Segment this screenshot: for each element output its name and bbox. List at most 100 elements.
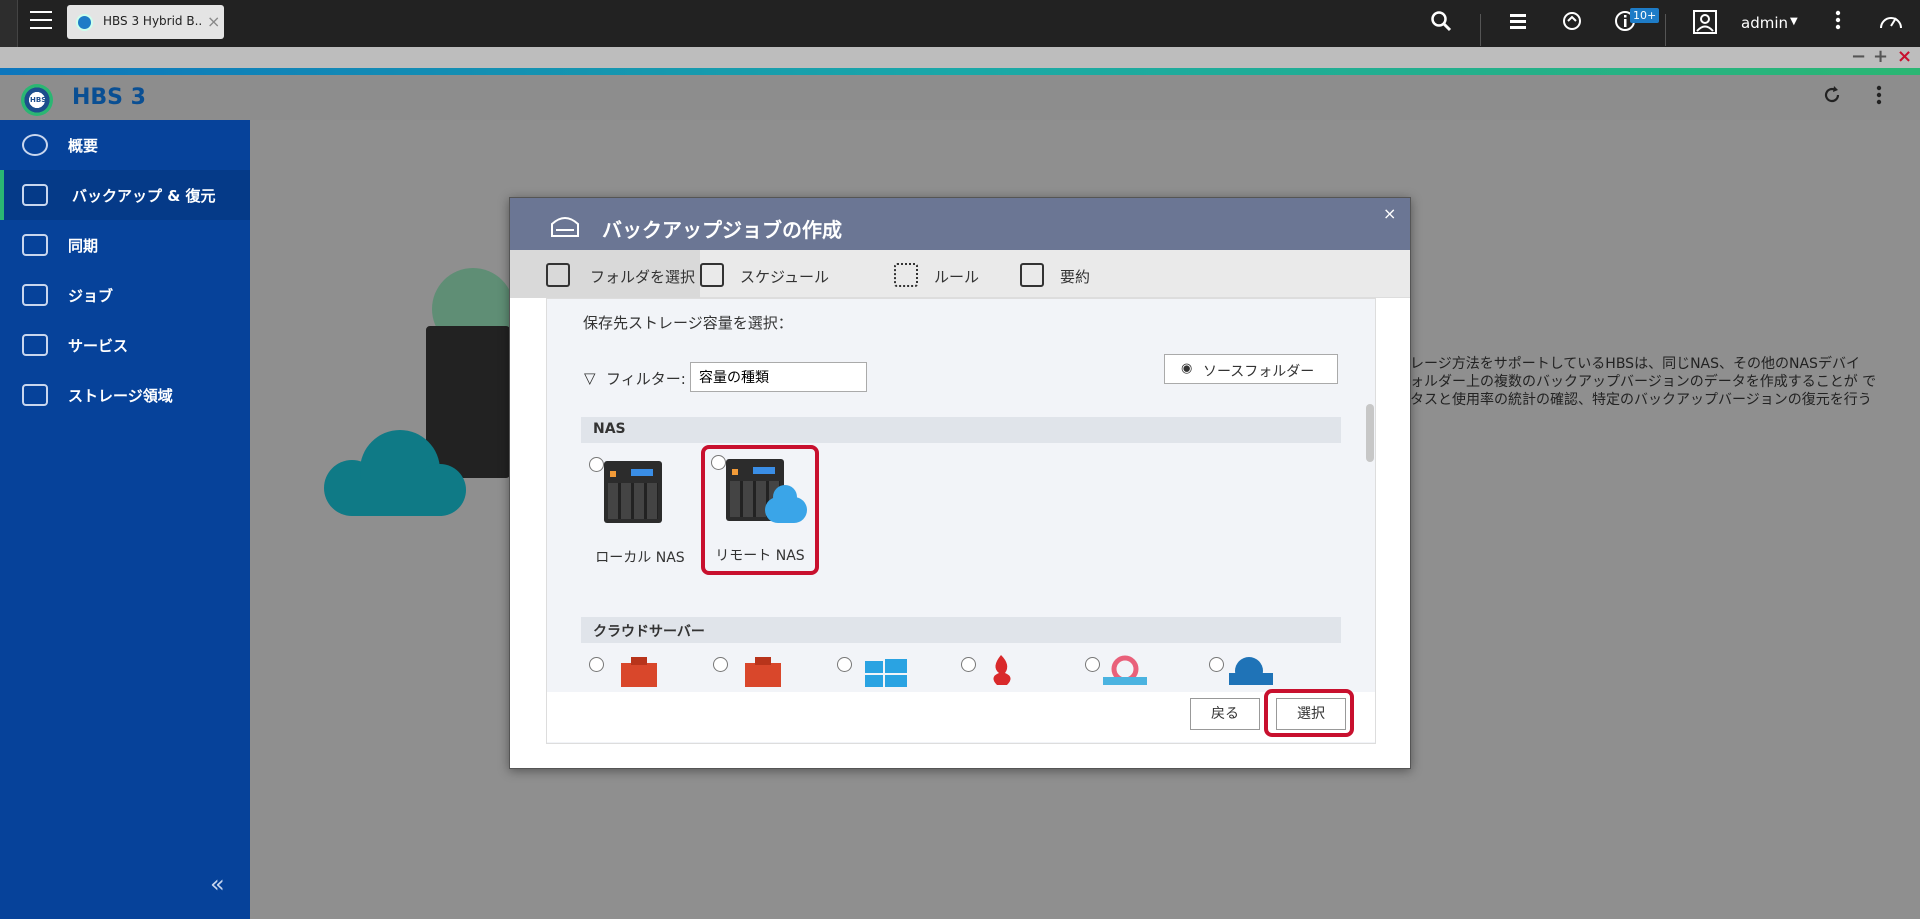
step-schedule[interactable]: スケジュール [700, 250, 860, 298]
create-backup-job-dialog: バックアップジョブの作成 × フォルダを選択 スケジュール ルール 要約 保存先… [509, 197, 1411, 769]
close-window-icon[interactable]: × [1897, 47, 1912, 67]
more-options-icon[interactable] [1825, 10, 1851, 36]
maximize-icon[interactable]: + [1873, 47, 1888, 67]
blue-cloud-icon [1229, 657, 1273, 685]
step-select-folder[interactable]: フォルダを選択 [510, 250, 700, 298]
tab-title: HBS 3 Hybrid B... [103, 14, 203, 28]
refresh-icon[interactable] [1820, 85, 1844, 109]
sidebar-item-label: ジョブ [68, 287, 114, 305]
menu-icon[interactable] [30, 11, 52, 31]
user-name[interactable]: admin [1741, 14, 1788, 32]
description-line: タスと使用率の統計の確認、特定のバックアップバージョンの復元を行う [1410, 392, 1872, 408]
step-label: スケジュール [740, 268, 829, 286]
app-header: HBS HBS 3 [0, 75, 1920, 120]
eye-icon: ◉ [1181, 361, 1193, 376]
app-more-icon[interactable] [1867, 85, 1891, 109]
sidebar-item-backup-restore[interactable]: バックアップ & 復元 [0, 170, 250, 220]
sidebar-item-label: 同期 [68, 237, 99, 255]
option-remote-nas[interactable]: リモート NAS [701, 445, 819, 575]
dashboard-icon[interactable] [1878, 10, 1904, 36]
step-label: 要約 [1060, 268, 1091, 286]
notification-badge: 10+ [1630, 8, 1660, 23]
dialog-close-icon[interactable]: × [1383, 204, 1396, 223]
search-icon[interactable] [1428, 10, 1454, 36]
sidebar-item-services[interactable]: サービス [0, 320, 250, 370]
tasks-icon[interactable] [1505, 10, 1531, 36]
windows-azure-icon [865, 659, 907, 687]
amazon-s3-icon [621, 657, 657, 687]
user-dropdown-icon[interactable]: ▼ [1790, 16, 1798, 27]
dialog-title: バックアップジョブの作成 [602, 218, 842, 242]
source-folder-button[interactable]: ◉ ソースフォルダー [1164, 354, 1338, 384]
radio-cloud[interactable] [589, 657, 604, 672]
sidebar-item-label: バックアップ & 復元 [72, 187, 216, 205]
user-icon[interactable] [1692, 10, 1718, 36]
filter-label: フィルター: [606, 370, 686, 388]
nas-device-icon [604, 461, 662, 523]
sidebar-item-storage-space[interactable]: ストレージ領域 [0, 370, 250, 420]
sliders-icon [894, 263, 918, 287]
group-header-cloud: クラウドサーバー [581, 617, 1341, 643]
hbs-tab-logo-icon [76, 14, 93, 31]
tab-close-icon[interactable]: × [207, 12, 220, 31]
section-label: 保存先ストレージ容量を選択： [583, 314, 793, 332]
sidebar-item-label: サービス [68, 337, 129, 355]
hbs-logo-text: HBS [30, 96, 47, 104]
amazon-glacier-icon [745, 657, 781, 687]
source-folder-label: ソースフォルダー [1203, 364, 1315, 380]
system-topbar: HBS 3 Hybrid B... × 10+ admin ▼ [0, 0, 1920, 47]
cloud-illustration [324, 430, 466, 516]
filter-input[interactable] [690, 362, 867, 392]
description-line: レージ方法をサポートしているHBSは、同じNAS、その他のNASデバイ [1410, 356, 1860, 372]
cloud-icon [765, 485, 807, 523]
filter-icon: ▽ [584, 369, 596, 387]
app-tab[interactable]: HBS 3 Hybrid B... × [67, 5, 224, 39]
sidebar-item-label: ストレージ領域 [68, 387, 173, 405]
gauge-icon [22, 134, 48, 156]
minimize-icon[interactable]: − [1851, 47, 1866, 67]
left-edge [0, 0, 18, 47]
backup-icon [22, 184, 48, 206]
sidebar-item-jobs[interactable]: ジョブ [0, 270, 250, 320]
pink-cloud-icon [1103, 655, 1147, 685]
toolbar-separator [1665, 14, 1666, 46]
radio-remote-nas[interactable] [711, 455, 726, 470]
dialog-body: 保存先ストレージ容量を選択： ▽ フィルター: ◉ ソースフォルダー NAS ロ… [546, 298, 1376, 744]
dialog-header: バックアップジョブの作成 × [510, 198, 1410, 250]
description-line: ォルダー上の複数のバックアップバージョンのデータを作成することが で [1410, 374, 1877, 390]
radio-local-nas[interactable] [589, 457, 604, 472]
storage-icon [22, 384, 48, 406]
step-rules[interactable]: ルール [894, 250, 1004, 298]
option-local-nas[interactable]: ローカル NAS [581, 449, 699, 579]
calendar-icon [700, 263, 724, 287]
select-button-highlight [1264, 689, 1354, 737]
step-label: ルール [934, 268, 980, 286]
toolbar-separator [1480, 14, 1481, 46]
window-control-bar: − + × [0, 47, 1920, 68]
option-label: ローカル NAS [595, 550, 685, 566]
sidebar-item-label: 概要 [68, 137, 99, 155]
sidebar: 概要 バックアップ & 復元 同期 ジョブ サービス ストレージ領域 « [0, 120, 250, 919]
sync-icon[interactable] [1559, 10, 1585, 36]
clipboard-icon [1020, 263, 1044, 287]
backblaze-icon [993, 655, 1011, 685]
backup-job-icon [551, 217, 579, 237]
sync-folder-icon [22, 234, 48, 256]
group-header-nas: NAS [581, 417, 1341, 443]
radio-cloud[interactable] [713, 657, 728, 672]
services-icon [22, 334, 48, 356]
step-summary[interactable]: 要約 [1020, 250, 1120, 298]
step-label: フォルダを選択 [590, 268, 696, 286]
back-button[interactable]: 戻る [1190, 698, 1260, 730]
app-title: HBS 3 [72, 85, 146, 110]
option-label: リモート NAS [715, 548, 805, 564]
sidebar-item-overview[interactable]: 概要 [0, 120, 250, 170]
radio-cloud[interactable] [837, 657, 852, 672]
jobs-icon [22, 284, 48, 306]
sidebar-item-sync[interactable]: 同期 [0, 220, 250, 270]
accent-line [0, 68, 1920, 75]
scrollbar[interactable] [1366, 404, 1374, 462]
collapse-sidebar-icon[interactable]: « [210, 870, 225, 898]
folder-check-icon [546, 263, 570, 287]
overview-description: レージ方法をサポートしているHBSは、同じNAS、その他のNASデバイ ォルダー… [1410, 355, 1900, 409]
